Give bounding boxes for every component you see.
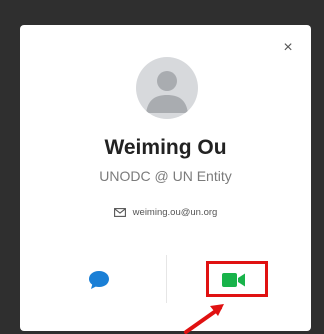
email-row[interactable]: weiming.ou@un.org xyxy=(20,207,311,218)
contact-organization: UNODC @ UN Entity xyxy=(99,168,232,184)
chat-button[interactable] xyxy=(86,268,112,292)
contact-name: Weiming Ou xyxy=(104,136,227,159)
video-call-button[interactable] xyxy=(211,265,257,295)
close-button[interactable]: × xyxy=(279,39,297,57)
default-user-icon xyxy=(146,71,188,113)
video-camera-icon xyxy=(222,273,245,287)
avatar xyxy=(136,57,198,119)
contact-profile-card: × Weiming Ou UNODC @ UN Entity weiming.o… xyxy=(20,25,311,331)
chat-bubble-icon xyxy=(89,271,109,289)
contact-email[interactable]: weiming.ou@un.org xyxy=(133,207,218,218)
close-icon: × xyxy=(283,39,293,56)
action-divider xyxy=(166,255,167,303)
envelope-icon xyxy=(113,208,126,217)
